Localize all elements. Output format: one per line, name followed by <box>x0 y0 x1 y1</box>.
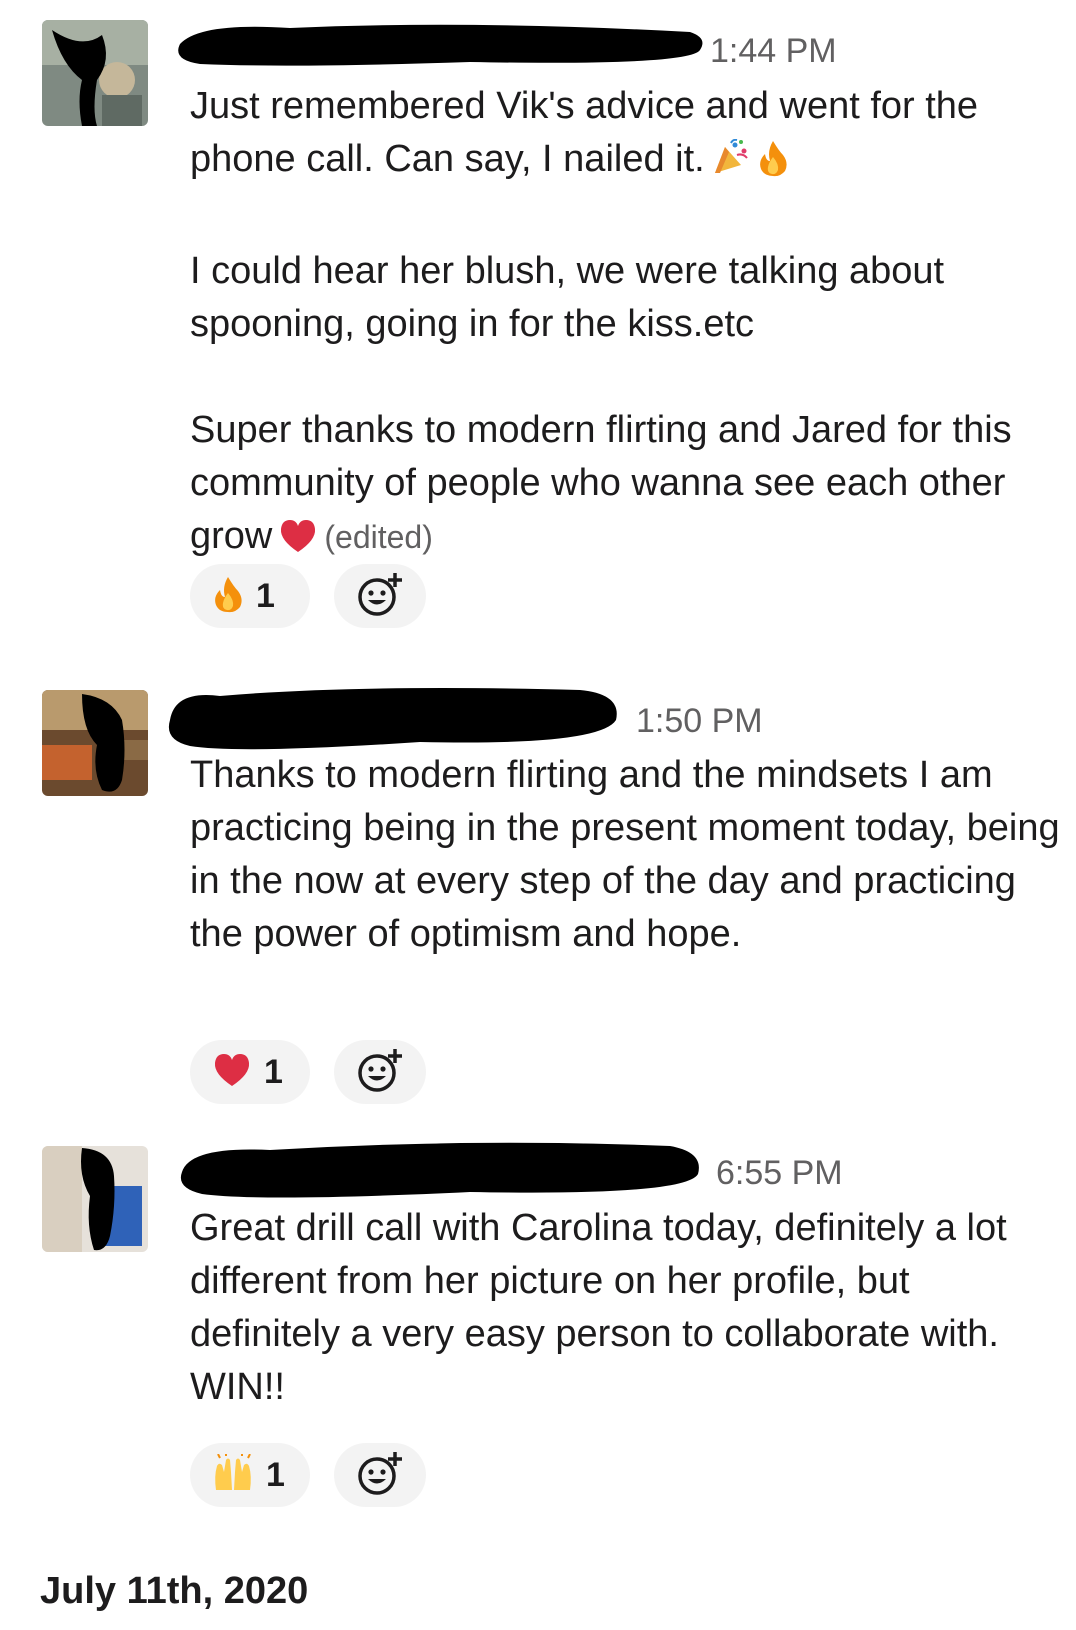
heart-icon <box>212 1052 252 1093</box>
avatar[interactable] <box>42 1146 148 1252</box>
reaction-count: 1 <box>256 576 275 615</box>
redacted-username <box>178 24 703 66</box>
message-timestamp: 1:50 PM <box>636 702 763 740</box>
add-reaction-icon <box>355 1047 405 1098</box>
avatar[interactable] <box>42 690 148 796</box>
fire-icon <box>212 575 244 618</box>
add-reaction-icon <box>355 571 405 622</box>
message-timestamp: 1:44 PM <box>710 32 837 70</box>
add-reaction-button[interactable] <box>334 1040 426 1104</box>
raised-hands-icon <box>212 1452 254 1497</box>
message-text: Great drill call with Carolina today, de… <box>190 1207 1007 1408</box>
avatar-image <box>42 20 148 126</box>
add-reaction-button[interactable] <box>334 564 426 628</box>
message-timestamp: 6:55 PM <box>716 1154 843 1192</box>
reaction-heart[interactable]: 1 <box>190 1040 310 1104</box>
party-popper-icon <box>711 138 751 192</box>
avatar-image <box>42 690 148 796</box>
avatar-image <box>42 1146 148 1252</box>
message-text: Thanks to modern flirting and the mindse… <box>190 754 1060 955</box>
reaction-raised-hands[interactable]: 1 <box>190 1443 310 1507</box>
reaction-count: 1 <box>266 1455 285 1494</box>
heart-icon <box>278 516 318 569</box>
message-body: Thanks to modern flirting and the mindse… <box>190 749 1060 961</box>
message-body: Great drill call with Carolina today, de… <box>190 1202 1060 1414</box>
message-text: Just remembered Vik's advice and went fo… <box>190 85 979 180</box>
date-divider[interactable]: July 11th, 2020 <box>40 1570 308 1613</box>
add-reaction-button[interactable] <box>334 1443 426 1507</box>
message-text: I could hear her blush, we were talking … <box>190 250 945 345</box>
fire-icon <box>757 139 789 192</box>
redacted-username <box>168 688 617 750</box>
redacted-username <box>180 1142 699 1198</box>
avatar[interactable] <box>42 20 148 126</box>
reaction-count: 1 <box>264 1052 283 1091</box>
edited-label: (edited) <box>324 519 433 555</box>
message-body: Just remembered Vik's advice and went fo… <box>190 80 1060 569</box>
reaction-fire[interactable]: 1 <box>190 564 310 628</box>
add-reaction-icon <box>355 1450 405 1501</box>
